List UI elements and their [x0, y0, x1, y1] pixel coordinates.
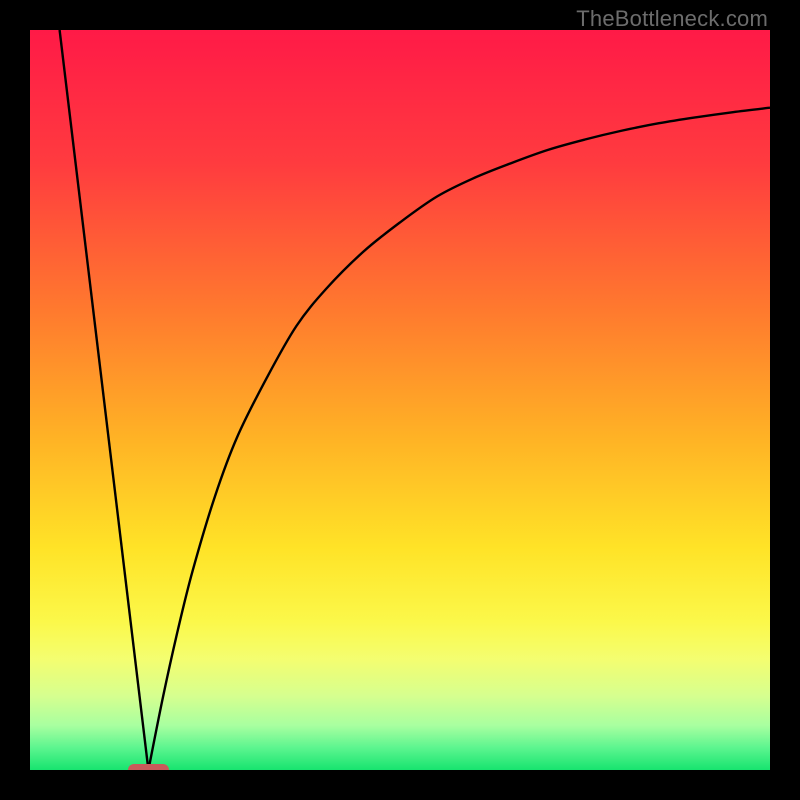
plot-area — [30, 30, 770, 770]
optimum-marker — [128, 764, 169, 770]
curve-svg — [30, 30, 770, 770]
watermark-text: TheBottleneck.com — [576, 6, 768, 32]
chart-frame: TheBottleneck.com — [0, 0, 800, 800]
curve-right-arm — [148, 108, 770, 770]
curve-left-arm — [60, 30, 149, 770]
